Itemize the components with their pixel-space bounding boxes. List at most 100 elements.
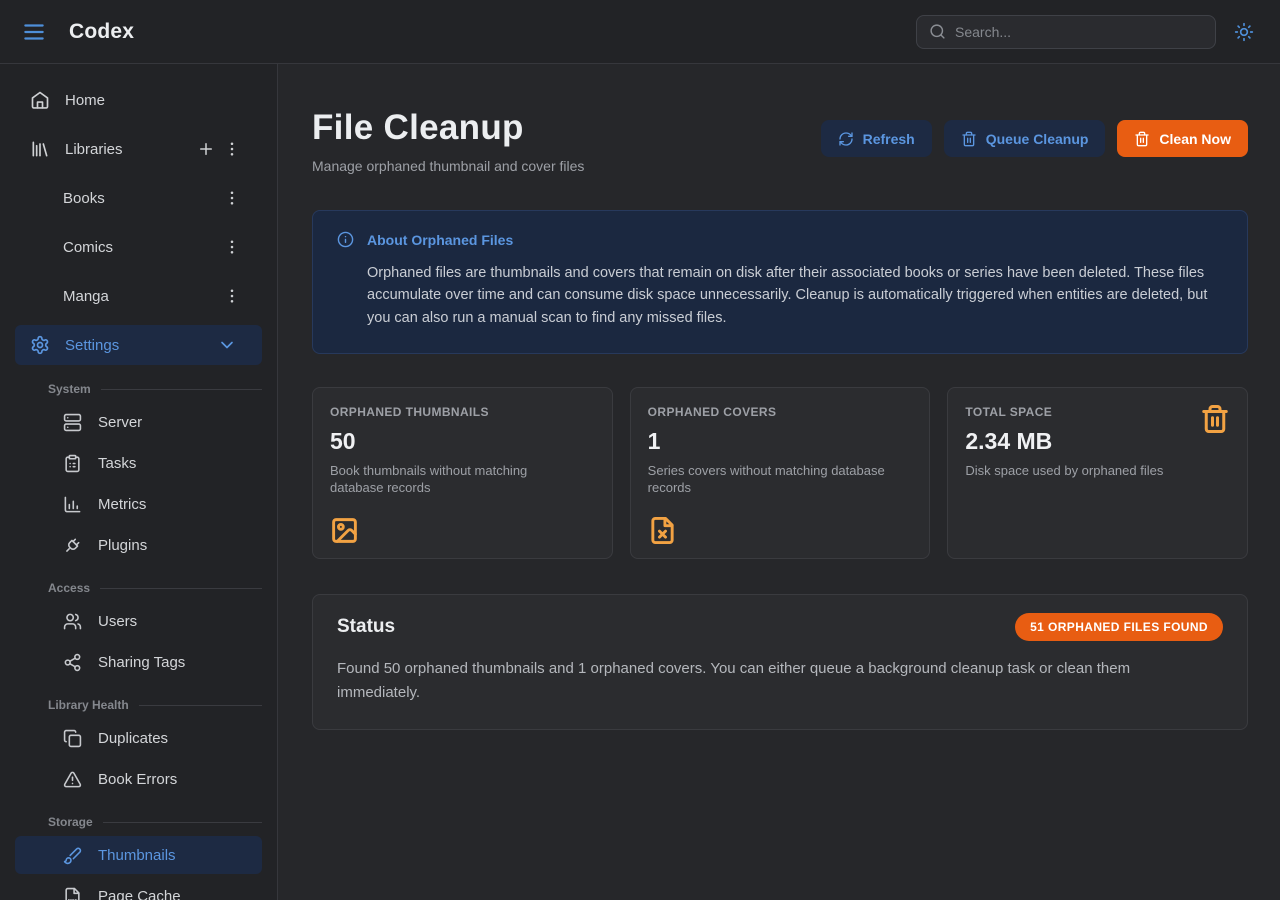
- sidebar-item-page-cache[interactable]: PDF Page Cache: [15, 877, 262, 900]
- sidebar-item-thumbnails[interactable]: Thumbnails: [15, 836, 262, 874]
- queue-cleanup-button[interactable]: Queue Cleanup: [944, 120, 1106, 157]
- sidebar-section-system: System: [48, 382, 262, 396]
- refresh-button[interactable]: Refresh: [821, 120, 932, 157]
- sidebar-item-books[interactable]: Books: [15, 178, 262, 218]
- sidebar-item-label: Server: [98, 414, 142, 431]
- sidebar-item-libraries[interactable]: Libraries: [15, 129, 262, 169]
- clipboard-icon: [63, 454, 82, 473]
- kebab-menu-icon: [223, 287, 241, 305]
- section-label-text: System: [48, 382, 91, 396]
- manga-menu-button[interactable]: [226, 283, 252, 309]
- info-banner-header: About Orphaned Files: [337, 231, 1223, 248]
- theme-toggle-button[interactable]: [1226, 14, 1262, 50]
- stat-description: Series covers without matching database …: [648, 463, 893, 497]
- sidebar-section-library-health: Library Health: [48, 698, 262, 712]
- orphaned-files-badge: 51 ORPHANED FILES FOUND: [1015, 613, 1223, 641]
- sidebar-item-book-errors[interactable]: Book Errors: [15, 760, 262, 798]
- page-title: File Cleanup: [312, 108, 584, 148]
- trash-icon: [1200, 404, 1230, 434]
- sidebar-item-label: Users: [98, 613, 137, 630]
- search-icon: [929, 23, 946, 40]
- sidebar-item-label: Libraries: [65, 141, 200, 158]
- sidebar-item-label: Sharing Tags: [98, 654, 185, 671]
- stat-card-orphaned-covers: ORPHANED COVERS 1 Series covers without …: [630, 387, 931, 559]
- share-icon: [63, 653, 82, 672]
- kebab-menu-icon: [223, 238, 241, 256]
- sidebar-item-label: Plugins: [98, 537, 147, 554]
- sidebar-item-tasks[interactable]: Tasks: [15, 444, 262, 482]
- sidebar-section-storage: Storage: [48, 815, 262, 829]
- refresh-button-label: Refresh: [863, 131, 915, 147]
- sidebar-section-access: Access: [48, 581, 262, 595]
- copy-icon: [63, 729, 82, 748]
- comics-menu-button[interactable]: [226, 234, 252, 260]
- page-actions: Refresh Queue Cleanup Clean Now: [821, 120, 1248, 157]
- info-banner: About Orphaned Files Orphaned files are …: [312, 210, 1248, 354]
- section-label-text: Storage: [48, 815, 93, 829]
- sidebar-item-sharing-tags[interactable]: Sharing Tags: [15, 643, 262, 681]
- sidebar-item-label: Comics: [63, 239, 226, 256]
- sidebar-item-label: Books: [63, 190, 226, 207]
- sidebar-item-label: Page Cache: [98, 888, 181, 900]
- users-icon: [63, 612, 82, 631]
- clean-now-button[interactable]: Clean Now: [1117, 120, 1248, 157]
- sidebar-item-label: Duplicates: [98, 730, 168, 747]
- gear-icon: [30, 335, 50, 355]
- home-icon: [30, 90, 50, 110]
- info-banner-title: About Orphaned Files: [367, 232, 513, 248]
- stat-value: 2.34 MB: [965, 428, 1230, 455]
- sidebar-item-settings[interactable]: Settings: [15, 325, 262, 365]
- sidebar-item-plugins[interactable]: Plugins: [15, 526, 262, 564]
- books-menu-button[interactable]: [226, 185, 252, 211]
- sidebar-item-comics[interactable]: Comics: [15, 227, 262, 267]
- stat-description: Book thumbnails without matching databas…: [330, 463, 575, 497]
- bar-chart-icon: [63, 495, 82, 514]
- sidebar-item-duplicates[interactable]: Duplicates: [15, 719, 262, 757]
- page-subtitle: Manage orphaned thumbnail and cover file…: [312, 158, 584, 174]
- sidebar-item-label: Book Errors: [98, 771, 177, 788]
- refresh-icon: [838, 131, 854, 147]
- hamburger-icon: [21, 19, 47, 45]
- section-label-text: Access: [48, 581, 90, 595]
- info-banner-body: Orphaned files are thumbnails and covers…: [367, 262, 1223, 329]
- kebab-menu-icon: [223, 189, 241, 207]
- warning-triangle-icon: [63, 770, 82, 789]
- sidebar-item-label: Thumbnails: [98, 847, 176, 864]
- sidebar-item-server[interactable]: Server: [15, 403, 262, 441]
- sidebar-item-label: Home: [65, 92, 252, 109]
- trash-icon: [1134, 131, 1150, 147]
- trash-icon: [961, 131, 977, 147]
- stat-card-total-space: TOTAL SPACE 2.34 MB Disk space used by o…: [947, 387, 1248, 559]
- stat-value: 50: [330, 428, 595, 455]
- stat-description: Disk space used by orphaned files: [965, 463, 1210, 480]
- plus-icon: [197, 140, 215, 158]
- image-icon: [330, 516, 359, 545]
- sidebar-item-label: Manga: [63, 288, 226, 305]
- page-title-block: File Cleanup Manage orphaned thumbnail a…: [312, 108, 584, 174]
- sidebar-item-home[interactable]: Home: [15, 80, 262, 120]
- search-box[interactable]: [916, 15, 1216, 49]
- stat-label: ORPHANED THUMBNAILS: [330, 405, 595, 419]
- sidebar-item-manga[interactable]: Manga: [15, 276, 262, 316]
- sidebar-item-label: Tasks: [98, 455, 136, 472]
- kebab-menu-icon: [223, 140, 241, 158]
- sidebar-item-users[interactable]: Users: [15, 602, 262, 640]
- libraries-menu-button[interactable]: [226, 136, 252, 162]
- status-card: Status 51 ORPHANED FILES FOUND Found 50 …: [312, 594, 1248, 730]
- sidebar-item-label: Metrics: [98, 496, 146, 513]
- stat-card-orphaned-thumbnails: ORPHANED THUMBNAILS 50 Book thumbnails w…: [312, 387, 613, 559]
- menu-toggle-button[interactable]: [16, 14, 52, 50]
- status-title: Status: [337, 616, 395, 638]
- paintbrush-icon: [63, 846, 82, 865]
- sidebar-item-metrics[interactable]: Metrics: [15, 485, 262, 523]
- stats-row: ORPHANED THUMBNAILS 50 Book thumbnails w…: [312, 387, 1248, 559]
- info-circle-icon: [337, 231, 354, 248]
- page-header: File Cleanup Manage orphaned thumbnail a…: [312, 108, 1248, 174]
- clean-now-button-label: Clean Now: [1159, 131, 1231, 147]
- search-input[interactable]: [955, 24, 1203, 40]
- sun-icon: [1234, 22, 1254, 42]
- server-icon: [63, 413, 82, 432]
- status-body: Found 50 orphaned thumbnails and 1 orpha…: [337, 657, 1217, 705]
- section-label-text: Library Health: [48, 698, 129, 712]
- pdf-file-icon: PDF: [63, 887, 82, 900]
